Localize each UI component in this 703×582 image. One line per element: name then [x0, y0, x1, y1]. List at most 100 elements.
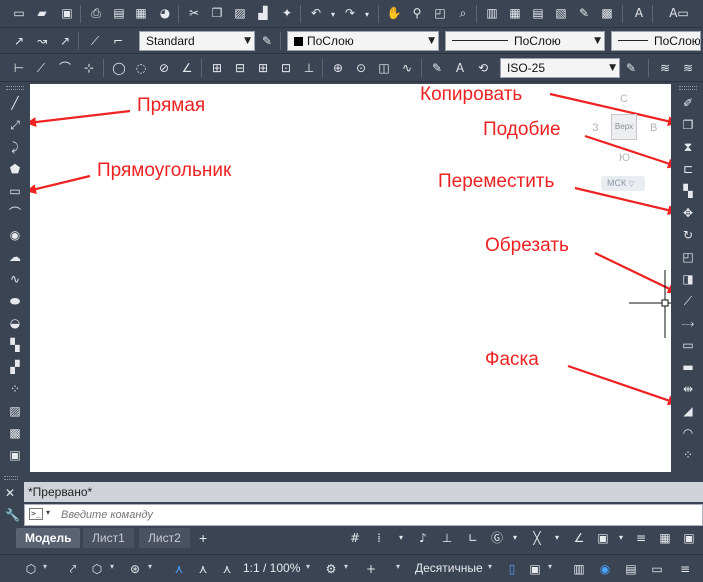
- dim-jogged-icon[interactable]: ◌: [132, 59, 150, 77]
- open-icon[interactable]: ▰: [33, 4, 51, 22]
- render-icon[interactable]: ◕: [156, 4, 174, 22]
- hatch-icon[interactable]: ▨: [6, 402, 24, 420]
- copy-objects-icon[interactable]: ❐: [679, 116, 697, 134]
- toolbar-grip[interactable]: [6, 86, 24, 90]
- properties-icon[interactable]: ▥: [483, 4, 501, 22]
- center-mark-icon[interactable]: ⊙: [352, 59, 370, 77]
- wrench-icon[interactable]: 🔧: [5, 508, 20, 522]
- print-preview-icon[interactable]: ▤: [110, 4, 128, 22]
- redo-icon[interactable]: ↷: [341, 4, 359, 22]
- construction-line-icon[interactable]: ⤢: [6, 116, 24, 134]
- orbit-icon[interactable]: ↗: [10, 32, 28, 50]
- style-edit-icon[interactable]: ✎: [258, 32, 276, 50]
- jogged-linear-icon[interactable]: ∿: [398, 59, 416, 77]
- command-grip[interactable]: [4, 476, 18, 480]
- make-block-icon[interactable]: ▞: [6, 358, 24, 376]
- clean-screen-icon[interactable]: ▭: [648, 560, 666, 578]
- chevron-down-icon[interactable]: ▾: [148, 562, 152, 571]
- break-icon[interactable]: ▬: [679, 358, 697, 376]
- isolate-objects-icon[interactable]: ▥: [570, 560, 588, 578]
- redo-dropdown-icon[interactable]: ▾: [358, 6, 376, 24]
- extend-icon[interactable]: ⤏: [679, 314, 697, 332]
- join-icon[interactable]: ⇹: [679, 380, 697, 398]
- cut-icon[interactable]: ✂: [185, 4, 203, 22]
- quick-properties-icon[interactable]: ▯: [503, 560, 521, 578]
- command-prompt-icon[interactable]: >_: [29, 508, 43, 520]
- dim-linear-icon[interactable]: ⊢: [10, 59, 28, 77]
- text-style-combo-icon[interactable]: A▭: [661, 4, 697, 22]
- plus-icon[interactable]: +: [362, 560, 380, 578]
- lineweight-dropdown[interactable]: ПоСлою: [611, 31, 701, 51]
- dynamic-input-icon[interactable]: ⊥: [438, 529, 456, 547]
- dim-text-edit-icon[interactable]: A: [451, 59, 469, 77]
- toolbar-grip[interactable]: [679, 86, 697, 90]
- arc-icon[interactable]: ⌒: [6, 204, 24, 222]
- chevron-down-icon[interactable]: ▾: [344, 562, 348, 571]
- grid-icon[interactable]: #: [346, 529, 364, 547]
- markup-icon[interactable]: ✎: [575, 4, 593, 22]
- graphics-performance-icon[interactable]: ▤: [622, 560, 640, 578]
- spline-icon[interactable]: ∿: [6, 270, 24, 288]
- gear-icon[interactable]: ⚙: [322, 560, 340, 578]
- command-input-box[interactable]: >_ ▾: [24, 504, 703, 526]
- chevron-down-icon[interactable]: ▾: [306, 562, 310, 571]
- paste-icon[interactable]: ▨: [231, 4, 249, 22]
- region-icon[interactable]: ▣: [6, 446, 24, 464]
- chamfer-icon[interactable]: ◢: [679, 402, 697, 420]
- chevron-down-icon[interactable]: ▾: [488, 562, 492, 571]
- continuous-orbit-icon[interactable]: ↗: [56, 32, 74, 50]
- drawing-canvas[interactable]: Прямая Прямоугольник Копировать Подобие …: [30, 84, 671, 472]
- dim-aligned-icon[interactable]: ⟋: [32, 59, 50, 77]
- snap-icon[interactable]: ⁞: [370, 529, 388, 547]
- chevron-down-icon[interactable]: ▾: [110, 562, 114, 571]
- lock-ui-icon[interactable]: ▣: [526, 560, 544, 578]
- dim-edit-icon[interactable]: ✎: [428, 59, 446, 77]
- dim-baseline-icon[interactable]: ⊟: [231, 59, 249, 77]
- gizmo-icon[interactable]: ⊛: [126, 560, 144, 578]
- rotate-icon[interactable]: ↻: [679, 226, 697, 244]
- annotation-visibility-icon[interactable]: ⋏: [170, 560, 188, 578]
- break-at-point-icon[interactable]: ▭: [679, 336, 697, 354]
- tab-layout1[interactable]: Лист1: [83, 528, 134, 548]
- quick-dim-icon[interactable]: ⊞: [208, 59, 226, 77]
- explode-icon[interactable]: ⁘: [679, 446, 697, 464]
- ortho-icon[interactable]: ∟: [464, 529, 482, 547]
- tab-layout2[interactable]: Лист2: [139, 528, 190, 548]
- visual-style-dropdown[interactable]: Standard ▼: [139, 31, 255, 51]
- viewcube[interactable]: С З Верх В Ю МСК ▽: [585, 86, 665, 196]
- block-editor-icon[interactable]: ✦: [278, 4, 296, 22]
- chevron-down-icon[interactable]: ▾: [46, 508, 50, 517]
- dim-style-icon[interactable]: ✎: [622, 59, 640, 77]
- transparency-icon[interactable]: ▦: [656, 529, 674, 547]
- annotation-scale-value[interactable]: 1:1 / 100%: [243, 561, 300, 575]
- chevron-down-icon[interactable]: ▾: [612, 529, 630, 547]
- gradient-icon[interactable]: ▩: [6, 424, 24, 442]
- chevron-down-icon[interactable]: ▾: [396, 562, 400, 571]
- print-icon[interactable]: ⎙: [87, 4, 105, 22]
- publish-icon[interactable]: ▦: [132, 4, 150, 22]
- sheet-set-icon[interactable]: ▧: [552, 4, 570, 22]
- tolerance-icon[interactable]: ⊕: [329, 59, 347, 77]
- viewcube-north[interactable]: С: [620, 93, 628, 105]
- zoom-previous-icon[interactable]: ⌕: [454, 4, 472, 22]
- tab-model[interactable]: Модель: [16, 528, 81, 548]
- undo-icon[interactable]: ↶: [307, 4, 325, 22]
- match-properties-icon[interactable]: ▟: [254, 4, 272, 22]
- hardware-acceleration-icon[interactable]: ◉: [596, 560, 614, 578]
- auto-scale-icon[interactable]: ⋏: [194, 560, 212, 578]
- fillet-icon[interactable]: ◠: [679, 424, 697, 442]
- lineweight-display-icon[interactable]: ≡: [632, 529, 650, 547]
- viewcube-top-face[interactable]: Верх: [611, 114, 637, 140]
- 3d-object-snap-icon[interactable]: ⬡: [22, 560, 40, 578]
- text-style-icon[interactable]: A: [630, 4, 648, 22]
- ucs-menu[interactable]: МСК ▽: [601, 176, 645, 191]
- selection-filter-icon[interactable]: ⬡: [88, 560, 106, 578]
- chevron-down-icon[interactable]: ▾: [548, 529, 566, 547]
- copy-icon[interactable]: ❐: [208, 4, 226, 22]
- chevron-down-icon[interactable]: ▾: [392, 529, 410, 547]
- array-icon[interactable]: ▚: [679, 182, 697, 200]
- zoom-window-icon[interactable]: ◰: [431, 4, 449, 22]
- revcloud-icon[interactable]: ☁: [6, 248, 24, 266]
- dim-update-icon[interactable]: ⟲: [474, 59, 492, 77]
- dim-break-icon[interactable]: ⊥: [300, 59, 318, 77]
